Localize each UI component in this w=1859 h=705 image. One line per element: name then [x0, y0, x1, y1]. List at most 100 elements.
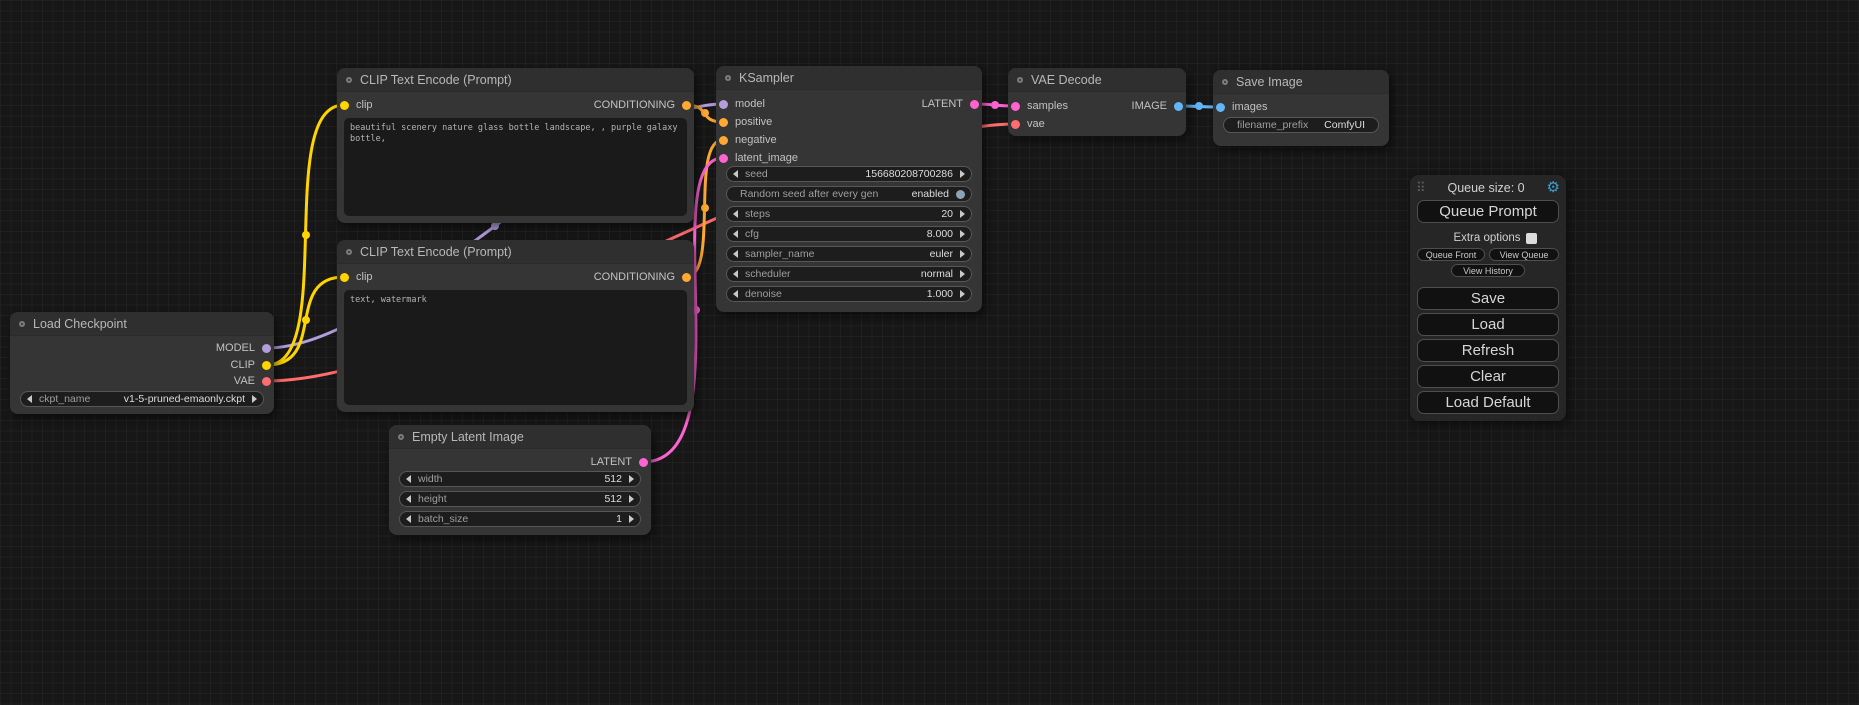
- input-slot-model[interactable]: model: [719, 97, 765, 111]
- increment-arrow-icon[interactable]: [960, 230, 965, 238]
- output-slot-conditioning[interactable]: CONDITIONING: [594, 98, 691, 112]
- widget-steps[interactable]: steps 20: [726, 206, 972, 222]
- image-slot-dot[interactable]: [1216, 103, 1225, 112]
- output-slot-vae[interactable]: VAE: [234, 374, 271, 388]
- node-clip-text-encode-positive[interactable]: CLIP Text Encode (Prompt) clip CONDITION…: [337, 68, 694, 223]
- decrement-arrow-icon[interactable]: [733, 210, 738, 218]
- collapse-icon[interactable]: [19, 321, 25, 327]
- node-vae-decode[interactable]: VAE Decode samples vae IMAGE: [1008, 68, 1186, 136]
- widget-denoise[interactable]: denoise 1.000: [726, 286, 972, 302]
- node-titlebar[interactable]: Save Image: [1213, 70, 1389, 94]
- node-titlebar[interactable]: CLIP Text Encode (Prompt): [337, 240, 694, 264]
- node-clip-text-encode-negative[interactable]: CLIP Text Encode (Prompt) clip CONDITION…: [337, 240, 694, 412]
- collapse-icon[interactable]: [1222, 79, 1228, 85]
- input-slot-samples[interactable]: samples: [1011, 99, 1068, 113]
- widget-filename-prefix[interactable]: filename_prefix ComfyUI: [1223, 117, 1379, 133]
- widget-height[interactable]: height 512: [399, 491, 641, 507]
- latent-slot-dot[interactable]: [970, 100, 979, 109]
- latent-slot-dot[interactable]: [719, 154, 728, 163]
- vae-slot-dot[interactable]: [262, 377, 271, 386]
- view-queue-button[interactable]: View Queue: [1489, 248, 1559, 261]
- collapse-icon[interactable]: [346, 77, 352, 83]
- widget-cfg[interactable]: cfg 8.000: [726, 226, 972, 242]
- model-slot-dot[interactable]: [719, 100, 728, 109]
- decrement-arrow-icon[interactable]: [406, 495, 411, 503]
- increment-arrow-icon[interactable]: [960, 290, 965, 298]
- model-slot-dot[interactable]: [262, 344, 271, 353]
- clip-slot-dot[interactable]: [340, 101, 349, 110]
- refresh-button[interactable]: Refresh: [1417, 339, 1559, 362]
- node-titlebar[interactable]: CLIP Text Encode (Prompt): [337, 68, 694, 92]
- latent-slot-dot[interactable]: [1011, 102, 1020, 111]
- decrement-arrow-icon[interactable]: [733, 290, 738, 298]
- view-history-button[interactable]: View History: [1451, 264, 1525, 277]
- conditioning-slot-dot[interactable]: [682, 101, 691, 110]
- clip-slot-dot[interactable]: [262, 361, 271, 370]
- prompt-textarea[interactable]: beautiful scenery nature glass bottle la…: [344, 118, 687, 216]
- increment-arrow-icon[interactable]: [960, 210, 965, 218]
- decrement-arrow-icon[interactable]: [733, 170, 738, 178]
- node-ksampler[interactable]: KSampler model positive negative latent_…: [716, 66, 982, 312]
- input-slot-latent-image[interactable]: latent_image: [719, 151, 798, 165]
- clear-button[interactable]: Clear: [1417, 365, 1559, 388]
- widget-seed[interactable]: seed 156680208700286: [726, 166, 972, 182]
- increment-arrow-icon[interactable]: [960, 270, 965, 278]
- node-titlebar[interactable]: Load Checkpoint: [10, 312, 274, 336]
- input-slot-images[interactable]: images: [1216, 100, 1267, 114]
- input-slot-positive[interactable]: positive: [719, 115, 772, 129]
- output-slot-latent[interactable]: LATENT: [922, 97, 979, 111]
- collapse-icon[interactable]: [346, 249, 352, 255]
- decrement-arrow-icon[interactable]: [406, 515, 411, 523]
- decrement-arrow-icon[interactable]: [406, 475, 411, 483]
- increment-arrow-icon[interactable]: [960, 250, 965, 258]
- widget-width[interactable]: width 512: [399, 471, 641, 487]
- collapse-icon[interactable]: [1017, 77, 1023, 83]
- seed-toggle-dot-icon[interactable]: [956, 190, 965, 199]
- node-titlebar[interactable]: VAE Decode: [1008, 68, 1186, 92]
- increment-arrow-icon[interactable]: [629, 495, 634, 503]
- extra-options-checkbox[interactable]: [1526, 233, 1537, 244]
- graph-canvas[interactable]: Load Checkpoint MODEL CLIP VAE ckpt_name…: [0, 0, 1859, 705]
- output-slot-latent[interactable]: LATENT: [591, 455, 648, 469]
- queue-prompt-button[interactable]: Queue Prompt: [1417, 200, 1559, 223]
- load-default-button[interactable]: Load Default: [1417, 391, 1559, 414]
- input-slot-clip[interactable]: clip: [340, 98, 373, 112]
- node-load-checkpoint[interactable]: Load Checkpoint MODEL CLIP VAE ckpt_name…: [10, 312, 274, 414]
- clip-slot-dot[interactable]: [340, 273, 349, 282]
- increment-arrow-icon[interactable]: [252, 395, 257, 403]
- save-button[interactable]: Save: [1417, 287, 1559, 310]
- decrement-arrow-icon[interactable]: [733, 230, 738, 238]
- image-slot-dot[interactable]: [1174, 102, 1183, 111]
- queue-front-button[interactable]: Queue Front: [1417, 248, 1485, 261]
- widget-batch-size[interactable]: batch_size 1: [399, 511, 641, 527]
- widget-seed-control[interactable]: Random seed after every gen enabled: [726, 186, 972, 202]
- conditioning-slot-dot[interactable]: [719, 118, 728, 127]
- widget-sampler-name[interactable]: sampler_name euler: [726, 246, 972, 262]
- settings-gear-icon[interactable]: ⚙: [1547, 180, 1560, 195]
- node-save-image[interactable]: Save Image images filename_prefix ComfyU…: [1213, 70, 1389, 146]
- collapse-icon[interactable]: [398, 434, 404, 440]
- decrement-arrow-icon[interactable]: [27, 395, 32, 403]
- decrement-arrow-icon[interactable]: [733, 250, 738, 258]
- prompt-textarea[interactable]: text, watermark: [344, 290, 687, 405]
- widget-ckpt-name[interactable]: ckpt_name v1-5-pruned-emaonly.ckpt: [20, 391, 264, 407]
- widget-scheduler[interactable]: scheduler normal: [726, 266, 972, 282]
- input-slot-clip[interactable]: clip: [340, 270, 373, 284]
- conditioning-slot-dot[interactable]: [719, 136, 728, 145]
- collapse-icon[interactable]: [725, 75, 731, 81]
- vae-slot-dot[interactable]: [1011, 120, 1020, 129]
- increment-arrow-icon[interactable]: [629, 515, 634, 523]
- output-slot-clip[interactable]: CLIP: [231, 358, 271, 372]
- output-slot-conditioning[interactable]: CONDITIONING: [594, 270, 691, 284]
- input-slot-negative[interactable]: negative: [719, 133, 777, 147]
- input-slot-vae[interactable]: vae: [1011, 117, 1045, 131]
- node-titlebar[interactable]: Empty Latent Image: [389, 425, 651, 449]
- load-button[interactable]: Load: [1417, 313, 1559, 336]
- decrement-arrow-icon[interactable]: [733, 270, 738, 278]
- conditioning-slot-dot[interactable]: [682, 273, 691, 282]
- latent-slot-dot[interactable]: [639, 458, 648, 467]
- node-titlebar[interactable]: KSampler: [716, 66, 982, 90]
- comfy-menu-panel[interactable]: ⠿ Queue size: 0 ⚙ Queue Prompt Extra opt…: [1410, 175, 1566, 421]
- increment-arrow-icon[interactable]: [960, 170, 965, 178]
- drag-handle-icon[interactable]: ⠿: [1416, 181, 1426, 194]
